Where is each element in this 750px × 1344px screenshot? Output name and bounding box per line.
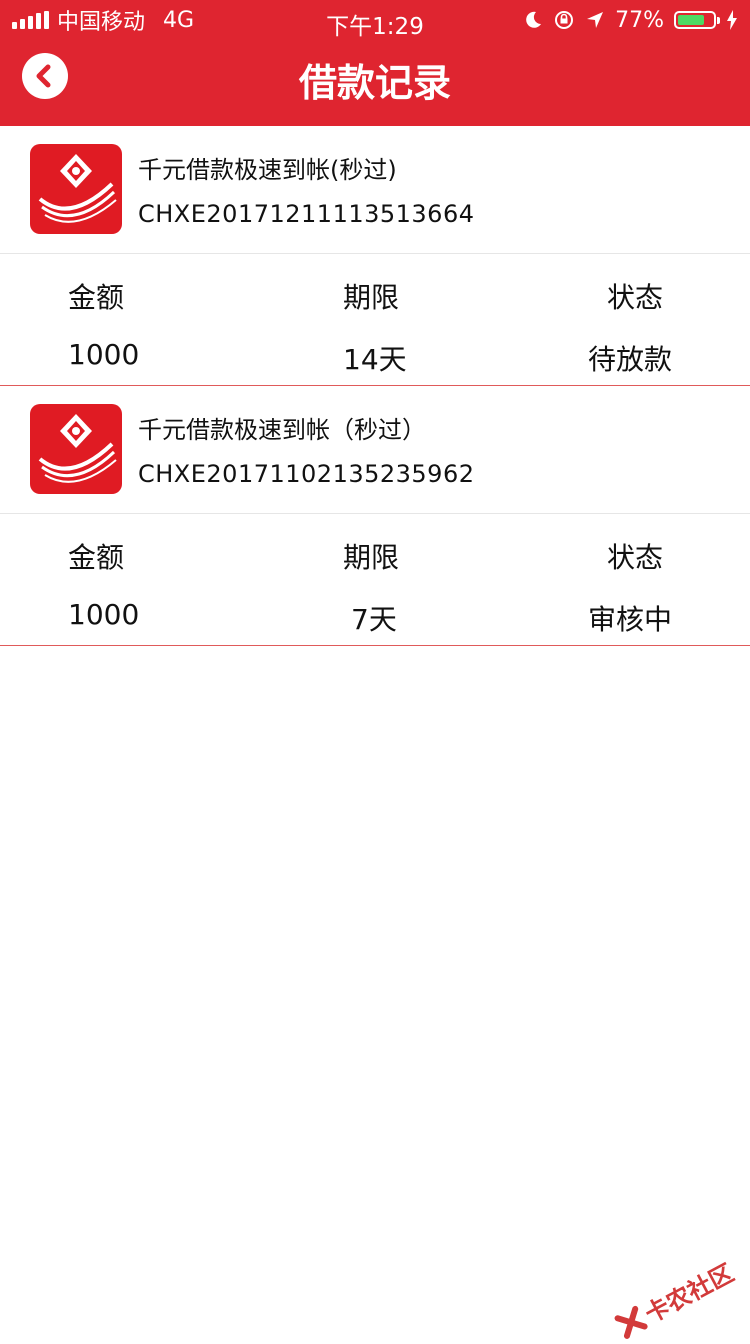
loan-record[interactable]: 千元借款极速到帐（秒过） CHXE20171102135235962 金额 期限… <box>0 386 750 646</box>
record-header: 千元借款极速到帐(秒过) CHXE20171211113513664 <box>0 126 750 254</box>
record-divider <box>0 645 750 646</box>
term-value: 14天 <box>343 338 407 378</box>
nav-bar: 借款记录 <box>0 40 750 126</box>
app-logo <box>30 144 122 234</box>
term-value: 7天 <box>351 598 397 638</box>
watermark-text: 卡农社区 <box>638 1253 739 1329</box>
status-bar: 中国移动 4G 下午1:29 77% <box>0 0 750 40</box>
status-label: 状态 <box>607 536 663 576</box>
loan-order-number: CHXE20171211113513664 <box>138 200 475 228</box>
loan-product-name: 千元借款极速到帐(秒过) <box>138 150 397 185</box>
page-title: 借款记录 <box>0 52 750 107</box>
loan-record-list: 千元借款极速到帐(秒过) CHXE20171211113513664 金额 期限… <box>0 126 750 646</box>
record-details: 金额 期限 状态 1000 7天 审核中 <box>0 514 750 646</box>
status-label: 状态 <box>607 276 663 316</box>
status-value: 待放款 <box>588 338 672 378</box>
loan-product-name: 千元借款极速到帐（秒过） <box>138 410 426 445</box>
term-label: 期限 <box>343 276 399 316</box>
amount-value: 1000 <box>68 598 139 631</box>
rotation-lock-icon <box>553 9 575 31</box>
battery-percent: 77% <box>615 8 664 33</box>
charging-bolt-icon <box>726 10 738 30</box>
loan-record[interactable]: 千元借款极速到帐(秒过) CHXE20171211113513664 金额 期限… <box>0 126 750 386</box>
app-logo <box>30 404 122 494</box>
record-header: 千元借款极速到帐（秒过） CHXE20171102135235962 <box>0 386 750 514</box>
moon-icon <box>523 10 543 30</box>
amount-label: 金额 <box>68 276 124 316</box>
watermark: 卡农社区 <box>611 1253 739 1343</box>
status-value: 审核中 <box>588 598 672 638</box>
amount-label: 金额 <box>68 536 124 576</box>
record-details: 金额 期限 状态 1000 14天 待放款 <box>0 254 750 386</box>
status-right: 77% <box>523 0 738 40</box>
term-label: 期限 <box>343 536 399 576</box>
battery-icon <box>674 11 716 29</box>
loan-order-number: CHXE20171102135235962 <box>138 460 475 488</box>
amount-value: 1000 <box>68 338 139 371</box>
location-arrow-icon <box>585 10 605 30</box>
